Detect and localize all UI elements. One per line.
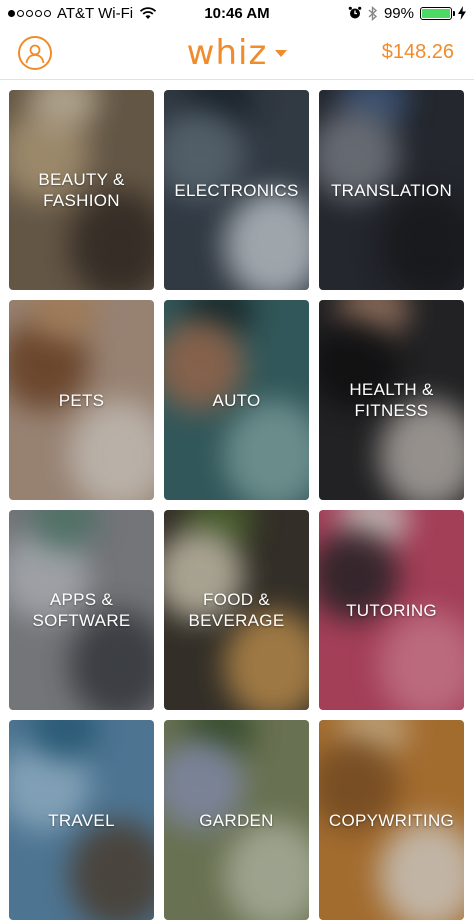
battery-percent: 99% (383, 4, 414, 22)
app-logo: whiz (186, 33, 268, 73)
category-label: ELECTRONICS (174, 180, 299, 200)
wifi-icon (139, 7, 157, 19)
battery-icon (420, 6, 455, 20)
status-left: AT&T Wi-Fi (0, 5, 157, 22)
carrier-label: AT&T Wi-Fi (57, 4, 134, 22)
category-tile-electronics[interactable]: ELECTRONICS (164, 90, 309, 290)
alarm-icon (348, 6, 362, 19)
category-label: APPS & SOFTWARE (32, 590, 131, 630)
category-tile-pets[interactable]: PETS (9, 300, 154, 500)
battery-level (422, 8, 450, 18)
category-tile-food-beverage[interactable]: FOOD & BEVERAGE (164, 510, 309, 710)
category-label: PETS (58, 390, 105, 410)
category-grid: BEAUTY & FASHION ELECTRONICS TRANSLATION PE… (9, 90, 465, 920)
status-right: 99% (348, 5, 474, 22)
category-label: TUTORING (346, 600, 437, 620)
category-tile-translation[interactable]: TRANSLATION (319, 90, 464, 290)
category-tile-travel[interactable]: TRAVEL (9, 720, 154, 920)
chevron-down-icon (275, 49, 288, 57)
category-label: BEAUTY & FASHION (38, 170, 125, 210)
signal-strength-icon (8, 9, 51, 17)
category-label: TRAVEL (48, 810, 115, 830)
category-label: TRANSLATION (330, 180, 453, 200)
category-tile-health-fitness[interactable]: HEALTH & FITNESS (319, 300, 464, 500)
bluetooth-icon (368, 5, 378, 21)
category-tile-apps-software[interactable]: APPS & SOFTWARE (9, 510, 154, 710)
category-label: GARDEN (199, 810, 274, 830)
status-bar: AT&T Wi-Fi 10:46 AM 99% (0, 0, 474, 26)
category-tile-auto[interactable]: AUTO (164, 300, 309, 500)
nav-bar: whiz $148.26 (0, 26, 474, 80)
category-label: COPYWRITING (328, 810, 455, 830)
category-tile-beauty-fashion[interactable]: BEAUTY & FASHION (9, 90, 154, 290)
category-tile-copywriting[interactable]: COPYWRITING (319, 720, 464, 920)
category-label: FOOD & BEVERAGE (188, 590, 285, 630)
category-tile-garden[interactable]: GARDEN (164, 720, 309, 920)
category-tile-tutoring[interactable]: TUTORING (319, 510, 464, 710)
charging-icon (458, 6, 466, 20)
category-label: AUTO (212, 390, 261, 410)
account-balance[interactable]: $148.26 (382, 41, 454, 64)
category-label: HEALTH & FITNESS (349, 380, 434, 420)
